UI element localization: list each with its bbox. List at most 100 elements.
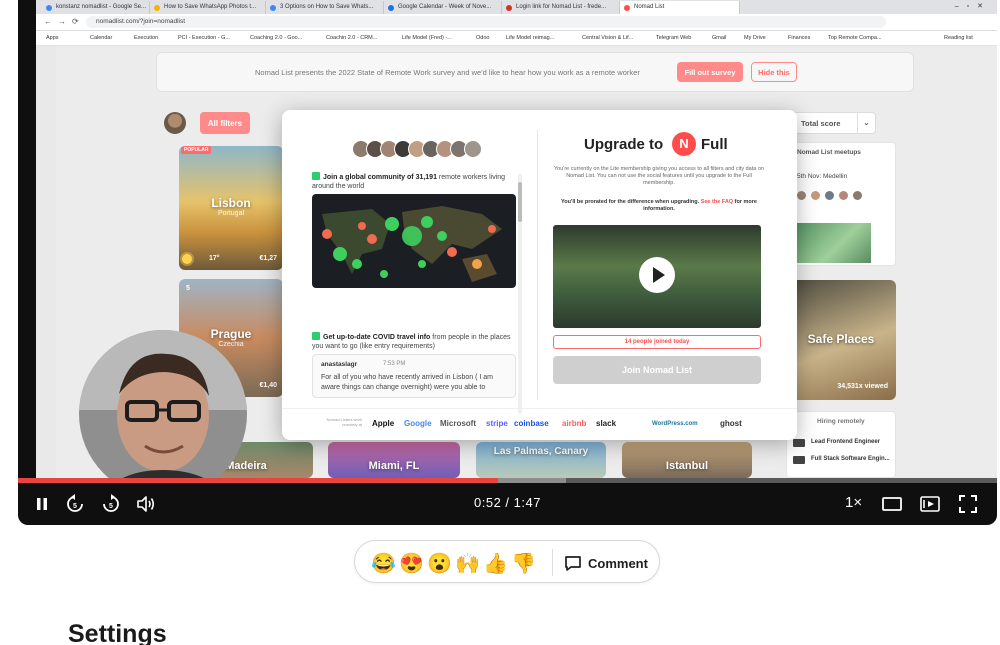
city-name: Miami, FL: [368, 460, 420, 472]
upgrade-plan-name: Full: [701, 136, 728, 153]
brand-logo: Google: [404, 419, 432, 428]
bookmark: Odoo: [476, 35, 490, 41]
browser-tab: How to Save WhatsApp Photos t...: [150, 1, 266, 14]
thumbs-up-emoji-icon[interactable]: 👍: [483, 551, 508, 575]
survey-banner: Nomad List presents the 2022 State of Re…: [156, 52, 914, 92]
bookmark: Calendar: [90, 35, 113, 41]
laughing-emoji-icon[interactable]: 😂: [371, 551, 396, 575]
comment-label: Comment: [588, 555, 648, 571]
video-controls: 5 5 0:52 / 1:47 1×: [18, 483, 997, 525]
feature-community: Join a global community of 31,191 remote…: [312, 172, 506, 190]
city-rank: 5: [186, 285, 190, 292]
browser-tab: Google Calendar - Week of Nove...: [384, 1, 502, 14]
reactions-bar: 😂 😍 😮 🙌 👍 👎 Comment: [354, 540, 660, 583]
bookmark: Telegram Web: [656, 35, 692, 41]
join-nomadlist-button: Join Nomad List: [553, 356, 761, 384]
member-avatar: [464, 140, 482, 158]
fill-survey-button: Fill out survey: [677, 62, 743, 82]
raised-hands-emoji-icon[interactable]: 🙌: [455, 551, 480, 575]
bookmark: Top Remote Compa...: [828, 35, 882, 41]
company-logos: Nomad Listers work remotely at Apple Goo…: [282, 408, 797, 438]
play-icon: [639, 257, 675, 293]
bookmark: Coaching 2.0 - Goo...: [250, 35, 303, 41]
bookmark: Reading list: [944, 35, 973, 41]
picture-in-picture-icon: [920, 496, 940, 512]
city-card-las-palmas: Las Palmas, Canary: [476, 442, 606, 478]
theater-mode-icon: [882, 497, 902, 511]
comment-icon: [565, 556, 581, 571]
attendee-avatar: [797, 191, 806, 200]
attendee-avatar: [839, 191, 848, 200]
theater-mode-button[interactable]: [880, 493, 904, 515]
chat-username: anastaslagr: [321, 361, 358, 368]
meetup-photo: [787, 223, 871, 263]
brand-logo: stripe: [486, 419, 508, 428]
window-controls: –▫✕: [954, 3, 991, 10]
company-logo: [793, 439, 805, 447]
popular-tag: POPULAR: [181, 146, 212, 154]
playback-speed-button[interactable]: 1×: [845, 494, 862, 511]
brand-logo: coinbase: [514, 419, 549, 428]
browser-tab: Login link for Nomad List - frede...: [502, 1, 620, 14]
faq-link: See the FAQ: [700, 199, 734, 205]
attendee-avatar: [825, 191, 834, 200]
city-country: Portugal: [217, 210, 245, 217]
checkbox-icon: [312, 332, 320, 340]
safe-places-card: Safe Places 34,531x viewed: [786, 280, 896, 400]
meetups-title: Nomad List meetups: [797, 149, 861, 156]
job-title: Full Stack Software Engin...: [811, 456, 890, 462]
bookmark: Central Vision & Lif...: [582, 35, 634, 41]
bookmark: PCI - Execution - G...: [178, 35, 230, 41]
brand-logo: ghost: [720, 419, 742, 428]
bookmark: Life Model (Fred) -...: [402, 35, 452, 41]
city-name: Lisbon: [211, 196, 251, 210]
city-card-miami: Miami, FL: [328, 442, 460, 478]
modal-scrollbar: [518, 174, 522, 414]
meetups-widget: Nomad List meetups 5th Nov: Medellin: [786, 142, 896, 266]
bookmark: Execution: [134, 35, 159, 41]
comment-button[interactable]: Comment: [564, 551, 648, 575]
city-name: Istanbul: [665, 460, 709, 472]
world-map-graphic: [322, 206, 502, 282]
job-title: Lead Frontend Engineer: [811, 439, 881, 445]
fullscreen-icon: [959, 495, 977, 513]
safe-places-title: Safe Places: [807, 332, 875, 346]
browser-tab: konstanz nomadlist - Google Se...: [42, 1, 150, 14]
upgrade-title: Upgrade to: [584, 136, 664, 153]
logos-caption: Nomad Listers work remotely at: [326, 417, 362, 427]
picture-in-picture-button[interactable]: [918, 493, 942, 515]
hiring-widget: Hiring remotely Lead Frontend Engineer F…: [786, 411, 896, 478]
bookmark: Life Model reimag...: [506, 35, 555, 41]
upgrade-modal: Join a global community of 31,191 remote…: [282, 110, 797, 440]
safe-places-views: 34,531x viewed: [837, 383, 888, 390]
video-player[interactable]: konstanz nomadlist - Google Se... How to…: [18, 0, 997, 525]
video-frame[interactable]: konstanz nomadlist - Google Se... How to…: [36, 0, 997, 478]
banner-text: Nomad List presents the 2022 State of Re…: [255, 68, 640, 77]
city-price: €1,40: [259, 382, 277, 389]
chat-message: For all of you who have recently arrived…: [321, 374, 493, 391]
scrollbar-thumb: [518, 182, 522, 222]
bookmarks-bar: Apps Calendar Execution PCI - Execution …: [36, 31, 997, 46]
surprised-emoji-icon[interactable]: 😮: [427, 551, 452, 575]
feature-covid: Get up-to-date COVID travel info from pe…: [312, 332, 511, 350]
promo-video: [553, 225, 761, 328]
modal-divider: [537, 130, 538, 400]
browser-tab-active: Nomad List: [620, 1, 740, 14]
company-logo: [793, 456, 805, 464]
hide-banner-button: Hide this: [751, 62, 797, 82]
browser-address-bar: ←→⟳ nomadlist.com/?join=nomadlist: [36, 14, 997, 31]
bookmark: Coachin 2.0 - CRM...: [326, 35, 378, 41]
city-temp: 17°: [209, 255, 220, 262]
fullscreen-button[interactable]: [956, 493, 980, 515]
heart-eyes-emoji-icon[interactable]: 😍: [399, 551, 424, 575]
url-field: nomadlist.com/?join=nomadlist: [86, 16, 886, 28]
city-price: €1,27: [259, 255, 277, 262]
city-name: Las Palmas, Canary: [493, 446, 589, 457]
bookmark: Gmail: [712, 35, 727, 41]
upgrade-description: You're currently on the Lite membership …: [554, 166, 764, 186]
city-card-lisbon: POPULAR Lisbon Portugal 17° €1,27: [179, 146, 283, 270]
bookmark: My Drive: [744, 35, 766, 41]
chevron-down-icon: ⌄: [857, 113, 875, 133]
nomadlist-logo-icon: N: [672, 132, 696, 156]
thumbs-down-emoji-icon[interactable]: 👎: [511, 551, 536, 575]
